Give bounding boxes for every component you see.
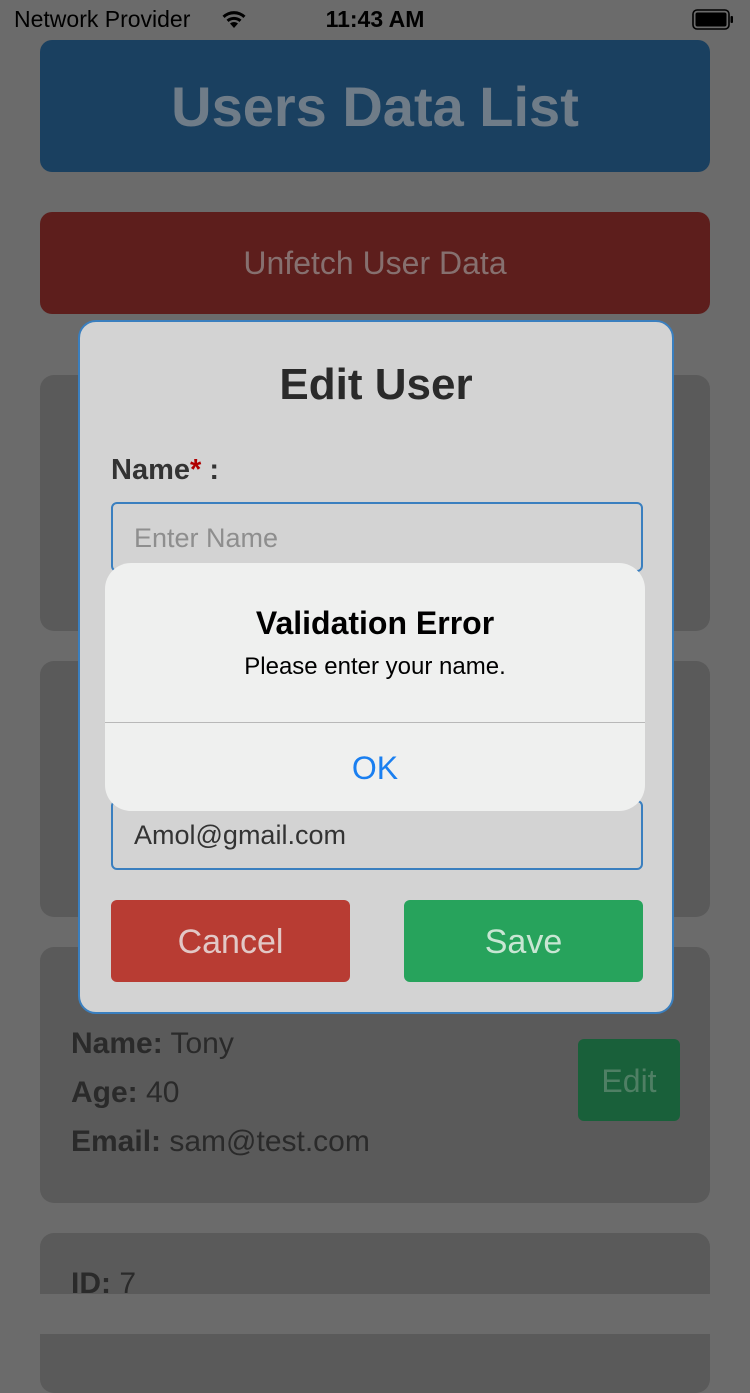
email-label: Email:	[71, 1125, 162, 1158]
validation-alert: Validation Error Please enter your name.…	[105, 563, 645, 811]
alert-message: Please enter your name.	[244, 653, 506, 680]
edit-button-label: Edit	[601, 1063, 657, 1099]
email-value: sam@test.com	[161, 1125, 370, 1158]
name-value: Tony	[162, 1027, 234, 1060]
save-button-label: Save	[484, 923, 563, 961]
unfetch-button-label: Unfetch User Data	[243, 245, 507, 281]
user-name-row: Name: Tony	[71, 1027, 234, 1061]
unfetch-user-data-button[interactable]: Unfetch User Data	[40, 212, 710, 314]
age-label: Age:	[71, 1076, 138, 1109]
edit-user-button[interactable]: Edit	[578, 1039, 680, 1121]
user-age-row: Age: 40	[71, 1076, 179, 1110]
name-label-text: Name	[111, 454, 190, 486]
name-input-placeholder: Enter Name	[134, 523, 279, 553]
alert-ok-label: OK	[351, 750, 399, 786]
battery-icon	[692, 9, 733, 30]
clock: 11:43 AM	[325, 6, 425, 32]
name-label: Name:	[71, 1027, 163, 1060]
status-bar: Network Provider 11:43 AM	[0, 0, 750, 40]
cancel-button[interactable]: Cancel	[111, 900, 350, 982]
modal-title: Edit User	[279, 360, 473, 409]
bottom-area	[0, 1294, 750, 1334]
name-input[interactable]: Enter Name	[111, 502, 643, 572]
email-input-value: Amol@gmail.com	[134, 820, 346, 850]
alert-ok-button[interactable]: OK	[105, 723, 645, 811]
user-email-row: Email: sam@test.com	[71, 1125, 370, 1159]
page-title: Users Data List	[171, 75, 579, 138]
name-field-label: Name* :	[111, 454, 219, 487]
name-label-suffix: :	[201, 454, 220, 486]
required-mark: *	[190, 454, 202, 486]
save-button[interactable]: Save	[404, 900, 643, 982]
cancel-button-label: Cancel	[177, 923, 284, 961]
page-title-banner: Users Data List	[40, 40, 710, 172]
age-value: 40	[137, 1076, 180, 1109]
alert-title: Validation Error	[255, 605, 495, 641]
